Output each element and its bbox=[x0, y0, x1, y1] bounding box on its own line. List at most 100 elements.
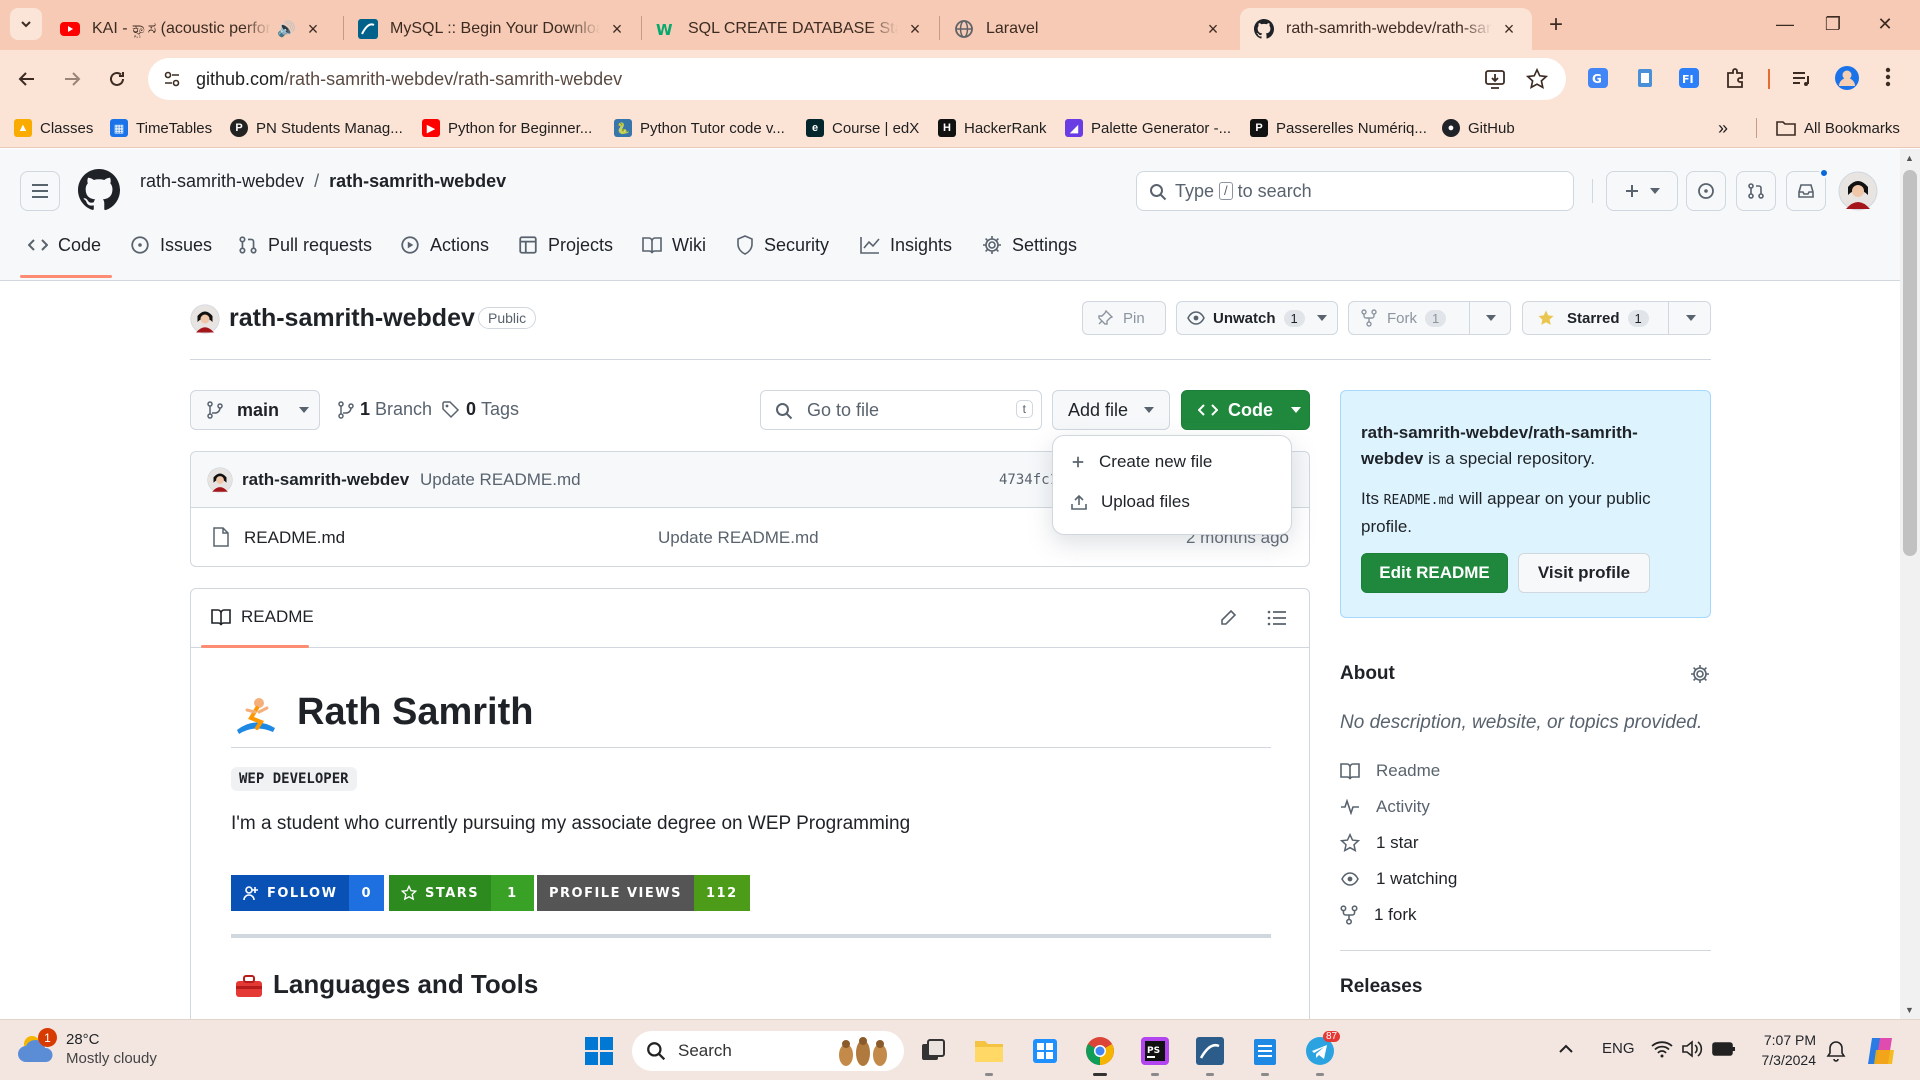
create-new-button[interactable] bbox=[1606, 171, 1678, 211]
battery-charging-icon[interactable] bbox=[1712, 1041, 1736, 1057]
reload-button[interactable] bbox=[98, 60, 136, 98]
bookmark-pn-students[interactable]: P PN Students Manag... bbox=[230, 116, 403, 140]
google-translate-extension-icon[interactable]: G bbox=[1587, 67, 1609, 89]
close-tab-icon[interactable]: × bbox=[1204, 19, 1222, 39]
tab-w3schools[interactable]: W SQL CREATE DATABASE Statem × bbox=[642, 8, 938, 50]
bookmark-classes[interactable]: ▲ Classes bbox=[14, 116, 93, 140]
copilot-icon[interactable] bbox=[1864, 1034, 1898, 1068]
pin-button[interactable]: Pin bbox=[1082, 301, 1166, 335]
back-button[interactable] bbox=[8, 60, 46, 98]
commit-author[interactable]: rath-samrith-webdev bbox=[242, 470, 409, 490]
extensions-puzzle-icon[interactable] bbox=[1724, 67, 1746, 89]
readme-tab[interactable]: README bbox=[211, 607, 314, 627]
input-language[interactable]: ENG bbox=[1602, 1040, 1635, 1057]
list-outline-icon[interactable] bbox=[1267, 610, 1287, 626]
chevron-up-icon[interactable] bbox=[1558, 1042, 1574, 1054]
telegram-taskbar[interactable]: 87 bbox=[1301, 1031, 1341, 1076]
notification-bell-icon[interactable] bbox=[1826, 1040, 1846, 1062]
about-readme-link[interactable]: Readme bbox=[1340, 761, 1440, 781]
tab-youtube[interactable]: KAI - ಕ್ವಾಸ (acoustic perform 🔊 × bbox=[46, 8, 336, 50]
tags-link[interactable]: 0 Tags bbox=[442, 399, 519, 420]
follow-shield[interactable]: FOLLOW 0 bbox=[231, 875, 384, 911]
bookmark-star-icon[interactable] bbox=[1526, 68, 1548, 90]
about-stars-link[interactable]: 1 star bbox=[1340, 833, 1419, 853]
edit-pencil-icon[interactable] bbox=[1219, 609, 1237, 627]
about-activity-link[interactable]: Activity bbox=[1340, 797, 1430, 817]
close-window-button[interactable]: ✕ bbox=[1862, 6, 1908, 42]
bookmarks-overflow-icon[interactable]: » bbox=[1718, 116, 1728, 140]
github-logo-icon[interactable] bbox=[78, 169, 120, 211]
releases-heading[interactable]: Releases bbox=[1340, 976, 1422, 998]
wifi-icon[interactable] bbox=[1651, 1040, 1673, 1058]
pull-requests-button[interactable] bbox=[1736, 171, 1776, 211]
install-app-icon[interactable] bbox=[1484, 68, 1506, 90]
triangle-down-icon[interactable] bbox=[1686, 315, 1696, 321]
volume-icon[interactable] bbox=[1681, 1039, 1703, 1059]
go-to-file-input[interactable]: Go to file t bbox=[760, 390, 1042, 430]
user-avatar-icon[interactable] bbox=[1838, 171, 1878, 211]
issues-button[interactable] bbox=[1686, 171, 1726, 211]
restore-button[interactable]: ❐ bbox=[1810, 6, 1856, 42]
docs-extension-icon[interactable] bbox=[1634, 67, 1656, 89]
tab-laravel[interactable]: Laravel × bbox=[940, 8, 1236, 50]
close-tab-icon[interactable]: × bbox=[608, 19, 626, 39]
repo-link[interactable]: rath-samrith-webdev bbox=[329, 171, 506, 192]
bookmark-github[interactable]: ● GitHub bbox=[1442, 116, 1515, 140]
tab-issues[interactable]: Issues bbox=[130, 221, 212, 269]
forward-button[interactable] bbox=[53, 60, 91, 98]
media-controls-icon[interactable] bbox=[1790, 67, 1812, 89]
weather-widget[interactable]: 1 28°C Mostly cloudy bbox=[18, 1028, 157, 1068]
stars-shield[interactable]: STARS 1 bbox=[389, 875, 534, 911]
scroll-down-arrow-icon[interactable]: ▼ bbox=[1905, 1005, 1914, 1015]
repo-title[interactable]: rath-samrith-webdev bbox=[229, 304, 475, 333]
file-explorer-taskbar[interactable] bbox=[970, 1032, 1008, 1076]
profile-views-shield[interactable]: PROFILE VIEWS 112 bbox=[537, 875, 750, 911]
file-name[interactable]: README.md bbox=[244, 528, 345, 548]
unwatch-button[interactable]: Unwatch 1 bbox=[1176, 301, 1338, 335]
scrollbar-thumb[interactable] bbox=[1903, 170, 1917, 556]
starred-button[interactable]: Starred 1 bbox=[1522, 301, 1711, 335]
tab-settings[interactable]: Settings bbox=[982, 221, 1077, 269]
new-tab-button[interactable]: + bbox=[1541, 10, 1571, 40]
fork-button[interactable]: Fork 1 bbox=[1348, 301, 1511, 335]
close-tab-icon[interactable]: × bbox=[304, 19, 322, 39]
start-button[interactable] bbox=[580, 1032, 618, 1070]
file-commit-message[interactable]: Update README.md bbox=[658, 528, 819, 548]
gear-icon[interactable] bbox=[1690, 664, 1710, 684]
bookmark-palette-generator[interactable]: ◢ Palette Generator -... bbox=[1065, 116, 1231, 140]
branch-selector[interactable]: main bbox=[190, 390, 320, 430]
bookmark-hackerrank[interactable]: H HackerRank bbox=[938, 116, 1047, 140]
edit-readme-button[interactable]: Edit README bbox=[1361, 553, 1508, 593]
tab-actions[interactable]: Actions bbox=[400, 221, 489, 269]
code-button[interactable]: Code bbox=[1181, 390, 1310, 430]
fi-extension-icon[interactable]: FI bbox=[1678, 67, 1700, 89]
profile-avatar-icon[interactable] bbox=[1834, 65, 1860, 91]
address-bar[interactable]: github.com/rath-samrith-webdev/rath-samr… bbox=[148, 58, 1566, 100]
tab-github-active[interactable]: rath-samrith-webdev/rath-samr × bbox=[1240, 8, 1532, 50]
close-tab-icon[interactable]: × bbox=[1500, 19, 1518, 39]
notepad-taskbar[interactable] bbox=[1246, 1032, 1284, 1076]
task-view-button[interactable] bbox=[914, 1032, 952, 1070]
chrome-taskbar[interactable] bbox=[1081, 1032, 1119, 1076]
github-search-input[interactable]: Type / to search bbox=[1136, 171, 1574, 211]
minimize-button[interactable]: — bbox=[1762, 6, 1808, 42]
owner-link[interactable]: rath-samrith-webdev bbox=[140, 171, 304, 192]
tab-search-button[interactable] bbox=[10, 8, 42, 40]
tab-insights[interactable]: Insights bbox=[860, 221, 952, 269]
all-bookmarks[interactable]: All Bookmarks bbox=[1776, 116, 1900, 140]
about-watching-link[interactable]: 1 watching bbox=[1340, 869, 1457, 889]
inbox-button[interactable] bbox=[1786, 168, 1829, 211]
mysql-workbench-taskbar[interactable] bbox=[1191, 1032, 1229, 1076]
bookmark-edx[interactable]: e Course | edX bbox=[806, 116, 919, 140]
tab-security[interactable]: Security bbox=[736, 221, 829, 269]
upload-files-item[interactable]: Upload files bbox=[1071, 492, 1190, 512]
site-info-icon[interactable] bbox=[162, 69, 182, 89]
create-new-file-item[interactable]: Create new file bbox=[1071, 452, 1212, 472]
phpstorm-taskbar[interactable]: PS bbox=[1136, 1032, 1174, 1076]
calculator-taskbar[interactable] bbox=[1026, 1032, 1064, 1070]
bookmark-passerelles[interactable]: P Passerelles Numériq... bbox=[1250, 116, 1427, 140]
add-file-button[interactable]: Add file bbox=[1052, 390, 1170, 430]
tab-code[interactable]: Code bbox=[28, 221, 101, 269]
commit-message[interactable]: Update README.md bbox=[420, 470, 581, 490]
system-clock[interactable]: 7:07 PM 7/3/2024 bbox=[1748, 1030, 1817, 1070]
